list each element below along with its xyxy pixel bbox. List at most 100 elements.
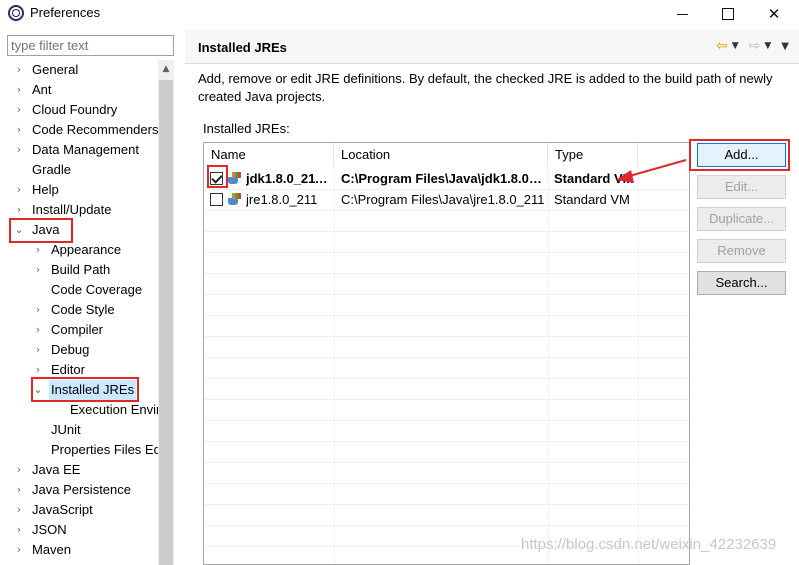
maximize-icon[interactable] — [705, 0, 751, 28]
page-header: Installed JREs ⇦ ▼ ⇨ ▼ ▼ — [185, 30, 799, 64]
tree-item-label: Install/Update — [32, 202, 112, 217]
tree-item[interactable]: › Compiler — [0, 320, 158, 340]
jre-type: Standard VM — [554, 192, 630, 207]
table-row[interactable]: jre1.8.0_211 C:\Program Files\Java\jre1.… — [204, 189, 689, 210]
chevron-right-icon[interactable]: › — [14, 60, 24, 80]
chevron-right-icon[interactable]: › — [14, 140, 24, 160]
tree-item-label: Maven — [32, 542, 72, 557]
tree-item[interactable]: › Build Path — [0, 260, 158, 280]
tree-item[interactable]: › Cloud Foundry — [0, 100, 158, 120]
forward-dropdown-icon[interactable]: ▼ — [764, 41, 771, 51]
page-title: Installed JREs — [198, 40, 287, 55]
window-title: Preferences — [30, 5, 101, 20]
chevron-right-icon[interactable]: › — [14, 120, 24, 140]
jre-name: jdk1.8.0_211 (default) — [246, 171, 334, 186]
tree-item[interactable]: › General — [0, 60, 158, 80]
jre-checkbox[interactable] — [210, 193, 223, 206]
tree-item[interactable]: › JSON — [0, 520, 158, 540]
row-divider — [204, 357, 689, 358]
chevron-right-icon[interactable]: › — [14, 180, 24, 200]
column-divider — [334, 167, 335, 564]
tree-item[interactable]: › Java Persistence — [0, 480, 158, 500]
tree-item[interactable]: Execution Envir — [0, 400, 158, 420]
tree-item[interactable]: › Install/Update — [0, 200, 158, 220]
duplicate-button[interactable]: Duplicate... — [697, 207, 786, 231]
tree-item-label: Cloud Foundry — [32, 102, 118, 117]
tree-item[interactable]: › Code Style — [0, 300, 158, 320]
tree-item-label: Build Path — [51, 262, 111, 277]
close-icon[interactable]: ✕ — [751, 0, 797, 28]
tree-item[interactable]: › Java EE — [0, 460, 158, 480]
chevron-right-icon[interactable]: › — [14, 80, 24, 100]
tree-item-label: Java EE — [32, 462, 81, 477]
column-header-name[interactable]: Name — [204, 143, 334, 167]
page-navigation: ⇦ ▼ ⇨ ▼ ▼ — [716, 38, 789, 54]
search-button[interactable]: Search... — [697, 271, 786, 295]
tree-item[interactable]: › Appearance — [0, 240, 158, 260]
chevron-right-icon[interactable]: › — [33, 240, 43, 260]
filter-input[interactable] — [7, 35, 174, 56]
tree-item-label: Code Style — [51, 302, 115, 317]
forward-arrow-icon[interactable]: ⇨ — [749, 38, 761, 54]
chevron-right-icon[interactable]: › — [14, 520, 24, 540]
jre-library-icon — [227, 192, 242, 206]
back-dropdown-icon[interactable]: ▼ — [732, 41, 739, 51]
row-divider — [204, 504, 689, 505]
chevron-right-icon[interactable]: › — [14, 540, 24, 560]
chevron-right-icon[interactable]: › — [14, 480, 24, 500]
chevron-right-icon[interactable]: › — [14, 200, 24, 220]
tree-scrollbar[interactable]: ▲ — [158, 60, 174, 565]
tree-item[interactable]: › Code Recommenders — [0, 120, 158, 140]
chevron-right-icon[interactable]: › — [33, 340, 43, 360]
jre-table: Name Location Type jdk1.8.0_211 (default… — [203, 142, 690, 565]
column-header-type[interactable]: Type — [548, 143, 638, 167]
tree-item[interactable]: Properties Files Ed — [0, 440, 158, 460]
tree-item-label: Code Recommenders — [32, 122, 158, 137]
tree-item[interactable]: › Ant — [0, 80, 158, 100]
row-divider — [204, 315, 689, 316]
tree-item-label: Code Coverage — [51, 282, 143, 297]
chevron-right-icon[interactable]: › — [14, 100, 24, 120]
remove-button[interactable]: Remove — [697, 239, 786, 263]
column-divider — [638, 167, 639, 564]
jre-location: C:\Program Files\Java\jre1.8.0_211 — [341, 192, 545, 207]
tree-item[interactable]: › Maven — [0, 540, 158, 560]
chevron-right-icon[interactable]: › — [33, 260, 43, 280]
chevron-right-icon[interactable]: › — [14, 500, 24, 520]
scroll-up-icon[interactable]: ▲ — [158, 60, 174, 78]
tree-item-label: Gradle — [32, 162, 72, 177]
tree-item-label: Appearance — [51, 242, 122, 257]
tree-item-label: JUnit — [51, 422, 81, 437]
edit-button[interactable]: Edit... — [697, 175, 786, 199]
tree-item[interactable]: JUnit — [0, 420, 158, 440]
column-header-location[interactable]: Location — [334, 143, 548, 167]
row-divider — [204, 378, 689, 379]
tree-item[interactable]: Gradle — [0, 160, 158, 180]
tree-item[interactable]: › Data Management — [0, 140, 158, 160]
chevron-right-icon[interactable]: › — [33, 300, 43, 320]
add-button-highlight-box — [689, 139, 790, 171]
tree-item[interactable]: › Debug — [0, 340, 158, 360]
tree-item-label: Ant — [32, 82, 52, 97]
table-row[interactable]: jdk1.8.0_211 (default) C:\Program Files\… — [204, 168, 689, 189]
row-divider — [204, 462, 689, 463]
minimize-icon[interactable] — [659, 0, 705, 28]
tree-item-label: General — [32, 62, 79, 77]
tree-item[interactable]: › Help — [0, 180, 158, 200]
tree-item[interactable]: › JavaScript — [0, 500, 158, 520]
row-divider — [204, 441, 689, 442]
scroll-thumb[interactable] — [159, 80, 173, 565]
page-description: Add, remove or edit JRE definitions. By … — [198, 71, 773, 104]
java-highlight-box — [9, 218, 73, 243]
view-menu-icon[interactable]: ▼ — [781, 41, 789, 52]
row-divider — [204, 294, 689, 295]
back-arrow-icon[interactable]: ⇦ — [716, 38, 728, 54]
chevron-right-icon[interactable]: › — [33, 320, 43, 340]
installed-jres-page: Installed JREs ⇦ ▼ ⇨ ▼ ▼ Add, remove or … — [185, 30, 799, 565]
row-divider — [204, 210, 689, 211]
tree-item[interactable]: Code Coverage — [0, 280, 158, 300]
chevron-right-icon[interactable]: › — [14, 460, 24, 480]
installed-jres-label: Installed JREs: — [203, 121, 290, 136]
tree-item-label: JSON — [32, 522, 67, 537]
tree-item-label: Properties Files Ed — [51, 442, 158, 457]
